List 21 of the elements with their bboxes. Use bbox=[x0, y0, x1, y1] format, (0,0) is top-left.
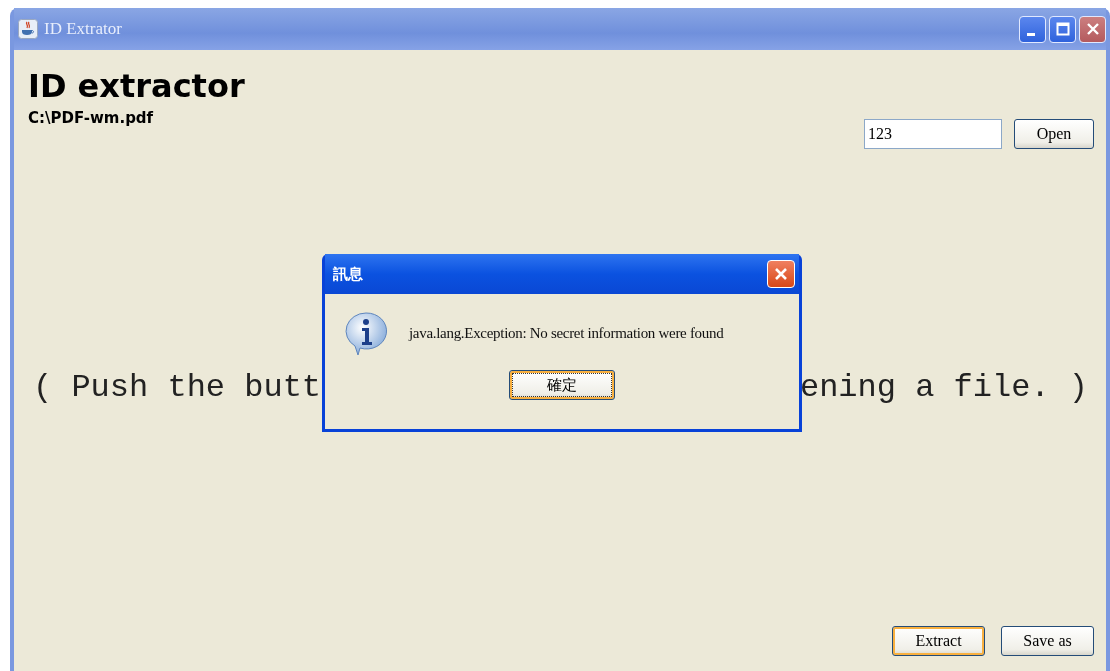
hint-text: ( Push the butt bbox=[33, 369, 322, 406]
maximize-icon bbox=[1055, 22, 1070, 36]
close-icon bbox=[774, 267, 788, 281]
id-input-field[interactable]: 123 bbox=[864, 119, 1002, 149]
maximize-button[interactable] bbox=[1049, 15, 1076, 43]
app-heading: ID extractor bbox=[28, 66, 245, 106]
minimize-icon bbox=[1026, 32, 1035, 36]
save-as-button[interactable]: Save as bbox=[1001, 626, 1094, 656]
coffee-cup-icon bbox=[18, 19, 38, 39]
open-button[interactable]: Open bbox=[1014, 119, 1094, 149]
close-button[interactable] bbox=[1079, 15, 1106, 43]
close-icon bbox=[1085, 22, 1100, 36]
file-path: C:\PDF-wm.pdf bbox=[28, 109, 155, 127]
dialog-title: 訊息 bbox=[333, 264, 363, 284]
dialog-message: java.lang.Exception: No secret information were found bbox=[409, 324, 724, 342]
hint-text: ening a file. ) bbox=[799, 369, 1088, 406]
ok-button[interactable]: 確定 bbox=[509, 370, 615, 400]
info-icon bbox=[343, 310, 389, 356]
minimize-button[interactable] bbox=[1019, 15, 1046, 43]
extract-button[interactable]: Extract bbox=[892, 626, 985, 656]
window-title: ID Extrator bbox=[44, 19, 123, 39]
